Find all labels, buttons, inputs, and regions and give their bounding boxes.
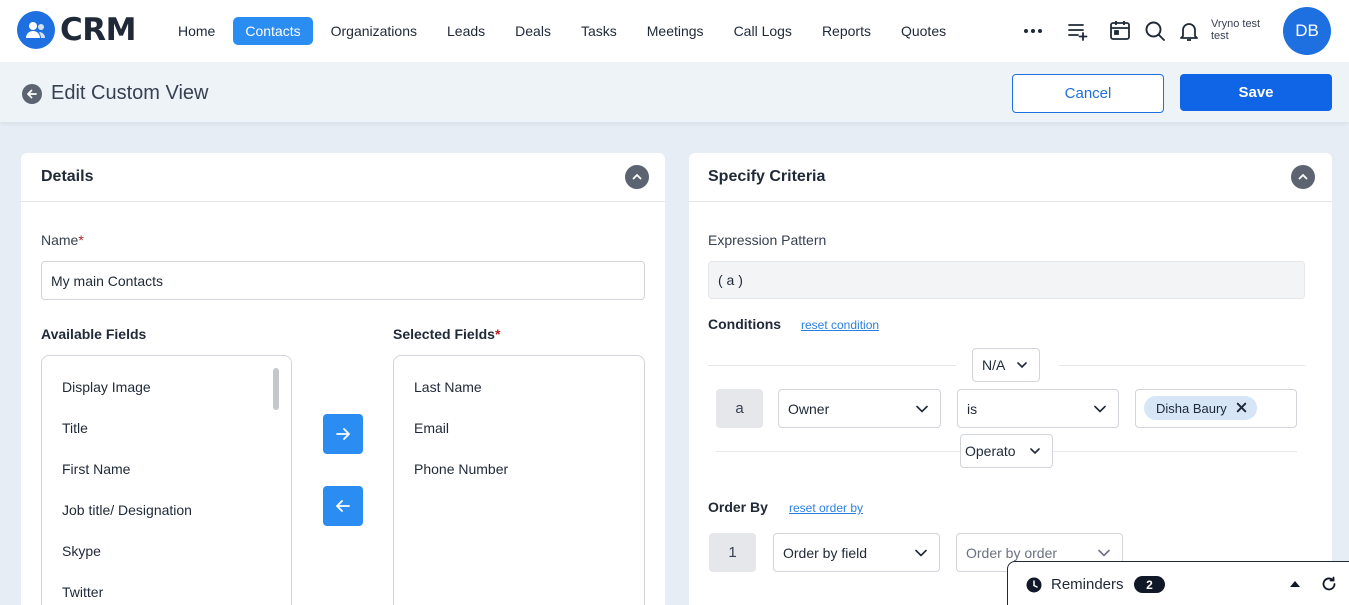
page-header: Edit Custom View Cancel Save bbox=[0, 62, 1349, 122]
search-icon[interactable] bbox=[1143, 19, 1167, 43]
remove-chip-close-icon[interactable] bbox=[1235, 401, 1248, 414]
calendar-icon[interactable] bbox=[1108, 18, 1132, 42]
reset-condition-link[interactable]: reset condition bbox=[801, 318, 879, 332]
divider bbox=[1053, 451, 1297, 452]
required-asterisk: * bbox=[494, 326, 501, 342]
scrollbar-thumb[interactable] bbox=[273, 368, 279, 410]
chevron-down-icon bbox=[915, 549, 927, 557]
bell-icon[interactable] bbox=[1177, 19, 1201, 43]
list-item[interactable]: Display Image bbox=[62, 379, 151, 395]
user-name: Vryno test test bbox=[1211, 18, 1261, 42]
arrow-left-icon bbox=[336, 500, 350, 512]
top-operator-select[interactable]: N/A bbox=[972, 348, 1040, 382]
chevron-down-icon bbox=[1017, 362, 1027, 369]
list-item[interactable]: Job title/ Designation bbox=[62, 502, 192, 518]
cancel-button[interactable]: Cancel bbox=[1012, 74, 1164, 113]
criteria-card: Specify Criteria Expression Pattern ( a … bbox=[689, 153, 1332, 605]
name-label: Name* bbox=[41, 232, 84, 248]
list-item[interactable]: Phone Number bbox=[414, 461, 508, 477]
nav-call-logs[interactable]: Call Logs bbox=[722, 17, 804, 45]
list-item[interactable]: Last Name bbox=[414, 379, 482, 395]
user-logo-icon bbox=[17, 11, 55, 49]
move-right-button[interactable] bbox=[323, 414, 363, 454]
criteria-title: Specify Criteria bbox=[708, 168, 826, 185]
logical-operator-select[interactable]: Operato bbox=[960, 434, 1053, 468]
conditions-label: Conditions bbox=[708, 316, 782, 332]
clock-icon bbox=[1026, 577, 1042, 593]
logo-text: CRM bbox=[60, 12, 136, 48]
divider bbox=[1059, 365, 1305, 366]
value-chip: Disha Baury bbox=[1144, 396, 1257, 420]
avatar[interactable]: DB bbox=[1283, 7, 1331, 55]
details-card: Details Name* My main Contacts Available… bbox=[21, 153, 665, 605]
chevron-down-icon bbox=[1098, 549, 1110, 557]
reminders-panel[interactable]: Reminders 2 bbox=[1007, 561, 1349, 605]
reset-order-by-link[interactable]: reset order by bbox=[789, 501, 863, 515]
add-list-icon[interactable] bbox=[1066, 19, 1090, 43]
save-button[interactable]: Save bbox=[1180, 74, 1332, 111]
caret-up-icon[interactable] bbox=[1289, 580, 1301, 588]
more-options-icon[interactable] bbox=[1021, 19, 1045, 43]
nav-contacts[interactable]: Contacts bbox=[233, 17, 313, 45]
divider bbox=[716, 451, 960, 452]
selected-fields-label: Selected Fields* bbox=[393, 326, 501, 342]
order-by-field-select[interactable]: Order by field bbox=[773, 533, 940, 572]
reminders-label: Reminders bbox=[1051, 576, 1124, 593]
criteria-card-header: Specify Criteria bbox=[689, 153, 1332, 202]
required-asterisk: * bbox=[78, 232, 84, 248]
list-item[interactable]: Email bbox=[414, 420, 449, 436]
available-fields-list[interactable]: Display Image Title First Name Job title… bbox=[41, 355, 292, 605]
refresh-icon[interactable] bbox=[1321, 576, 1337, 592]
details-title: Details bbox=[41, 168, 94, 185]
selected-fields-list[interactable]: Last Name Email Phone Number bbox=[393, 355, 645, 605]
condition-key-badge: a bbox=[716, 389, 763, 428]
expression-pattern-input[interactable]: ( a ) bbox=[708, 261, 1305, 299]
nav-leads[interactable]: Leads bbox=[435, 17, 497, 45]
back-arrow-icon[interactable] bbox=[22, 84, 42, 104]
nav-organizations[interactable]: Organizations bbox=[319, 17, 429, 45]
condition-field-select[interactable]: Owner bbox=[778, 389, 941, 428]
order-index-badge: 1 bbox=[709, 533, 756, 572]
order-by-label: Order By bbox=[708, 499, 768, 515]
nav-tasks[interactable]: Tasks bbox=[569, 17, 629, 45]
nav-home[interactable]: Home bbox=[166, 17, 227, 45]
expression-pattern-label: Expression Pattern bbox=[708, 232, 827, 248]
collapse-chevron-up-icon[interactable] bbox=[1291, 165, 1315, 189]
list-item[interactable]: Skype bbox=[62, 543, 101, 559]
details-card-header: Details bbox=[21, 153, 665, 202]
list-item[interactable]: First Name bbox=[62, 461, 130, 477]
nav-meetings[interactable]: Meetings bbox=[635, 17, 716, 45]
chevron-down-icon bbox=[1094, 405, 1106, 413]
move-left-button[interactable] bbox=[323, 486, 363, 526]
page-title: Edit Custom View bbox=[51, 82, 209, 104]
nav-quotes[interactable]: Quotes bbox=[889, 17, 958, 45]
list-item[interactable]: Twitter bbox=[62, 584, 103, 600]
condition-value-multiselect[interactable]: Disha Baury bbox=[1135, 389, 1297, 428]
chevron-down-icon bbox=[916, 405, 928, 413]
collapse-chevron-up-icon[interactable] bbox=[625, 165, 649, 189]
arrow-right-icon bbox=[336, 428, 350, 440]
name-input[interactable]: My main Contacts bbox=[41, 261, 645, 300]
list-item[interactable]: Title bbox=[62, 420, 88, 436]
available-fields-label: Available Fields bbox=[41, 326, 147, 342]
reminders-count-badge: 2 bbox=[1134, 576, 1165, 593]
app-logo[interactable]: CRM bbox=[17, 11, 136, 49]
nav-reports[interactable]: Reports bbox=[810, 17, 883, 45]
condition-operator-select[interactable]: is bbox=[957, 389, 1119, 428]
nav-deals[interactable]: Deals bbox=[503, 17, 563, 45]
main-nav: Home Contacts Organizations Leads Deals … bbox=[166, 17, 964, 45]
chevron-down-icon bbox=[1030, 448, 1040, 455]
top-navbar: CRM Home Contacts Organizations Leads De… bbox=[0, 0, 1349, 62]
divider bbox=[708, 365, 956, 366]
